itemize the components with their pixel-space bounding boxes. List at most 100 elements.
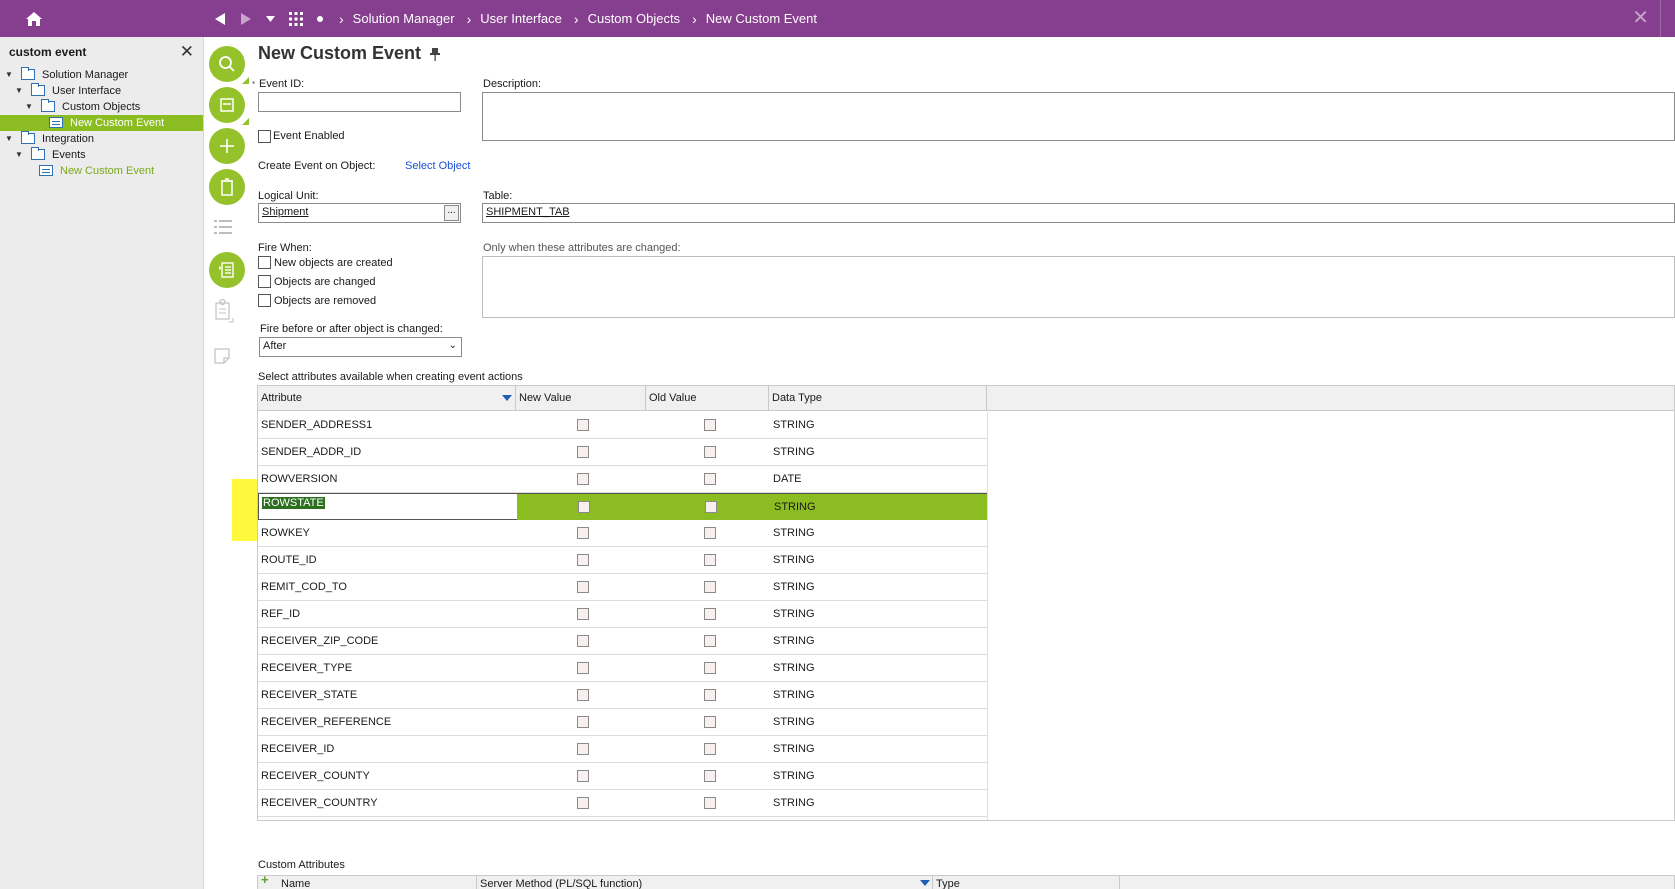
cell-attribute[interactable]: SENDER_ADDR_ID xyxy=(258,439,516,466)
breadcrumb-item-custom-objects[interactable]: Custom Objects xyxy=(588,11,680,26)
table-row[interactable]: RECEIVER_REFERENCE STRING xyxy=(258,709,987,736)
delete-command-button[interactable] xyxy=(209,169,245,205)
logical-unit-field[interactable]: Shipment xyxy=(258,203,461,223)
column-header-new-value[interactable]: New Value xyxy=(516,386,646,411)
clear-search-icon[interactable]: ✕ xyxy=(180,42,194,62)
cell-attribute[interactable]: RECEIVER_STATE xyxy=(258,682,516,709)
cell-attribute[interactable]: RECEIVER_COUNTRY xyxy=(258,790,516,817)
breadcrumb-item-solution-manager[interactable]: Solution Manager xyxy=(353,11,455,26)
old-value-checkbox[interactable] xyxy=(704,608,716,620)
column-header-type[interactable]: Type xyxy=(936,878,960,889)
old-value-checkbox[interactable] xyxy=(704,743,716,755)
list-icon[interactable] xyxy=(214,220,232,237)
search-command-button[interactable] xyxy=(209,46,249,84)
cell-attribute[interactable]: RECEIVER_ZIP_CODE xyxy=(258,628,516,655)
back-button[interactable] xyxy=(214,12,226,26)
table-row[interactable]: REF_ID STRING xyxy=(258,601,987,628)
expand-arrow-icon[interactable]: ▼ xyxy=(5,67,13,83)
cell-attribute[interactable]: REF_ID xyxy=(258,601,516,628)
breadcrumb-item-user-interface[interactable]: User Interface xyxy=(480,11,562,26)
forward-button[interactable] xyxy=(240,12,252,26)
tree-item[interactable]: ▼ Custom Objects xyxy=(0,99,203,115)
old-value-checkbox[interactable] xyxy=(704,716,716,728)
column-header-attribute[interactable]: Attribute xyxy=(258,386,516,411)
new-command-button[interactable] xyxy=(209,128,245,164)
tree-item[interactable]: ▼ Integration xyxy=(0,131,203,147)
new-value-checkbox[interactable] xyxy=(577,662,589,674)
tree-item[interactable]: ▼ Events xyxy=(0,147,203,163)
fire-removed-checkbox[interactable] xyxy=(258,294,271,307)
note-icon[interactable] xyxy=(214,348,230,367)
fire-before-after-select[interactable]: After ⌄ xyxy=(259,337,462,357)
cell-attribute[interactable]: ROUTE_ID xyxy=(258,547,516,574)
table-row[interactable]: RECEIVER_COUNTY STRING xyxy=(258,763,987,790)
new-value-checkbox[interactable] xyxy=(578,501,590,513)
fire-changed-checkbox[interactable] xyxy=(258,275,271,288)
table-row[interactable]: ROUTE_ID STRING xyxy=(258,547,987,574)
history-dropdown[interactable] xyxy=(266,15,275,22)
description-field[interactable] xyxy=(482,92,1675,141)
new-value-checkbox[interactable] xyxy=(577,419,589,431)
old-value-checkbox[interactable] xyxy=(704,635,716,647)
table-row[interactable]: SENDER_ADDR_ID STRING xyxy=(258,439,987,466)
cell-attribute[interactable]: RECEIVER_REFERENCE xyxy=(258,709,516,736)
expand-arrow-icon[interactable]: ▼ xyxy=(15,83,23,99)
table-row[interactable]: REMIT_COD_TO STRING xyxy=(258,574,987,601)
old-value-checkbox[interactable] xyxy=(704,419,716,431)
table-row[interactable]: RECEIVER_TYPE STRING xyxy=(258,655,987,682)
old-value-checkbox[interactable] xyxy=(704,446,716,458)
cell-attribute[interactable]: ROWKEY xyxy=(258,520,516,547)
cell-attribute[interactable]: REMIT_COD_TO xyxy=(258,574,516,601)
cell-attribute[interactable]: RECEIVER_CITY xyxy=(258,817,516,820)
new-value-checkbox[interactable] xyxy=(577,797,589,809)
new-value-checkbox[interactable] xyxy=(577,608,589,620)
old-value-checkbox[interactable] xyxy=(704,770,716,782)
table-row[interactable]: RECEIVER_ZIP_CODE STRING xyxy=(258,628,987,655)
cell-attribute[interactable]: ROWVERSION xyxy=(258,466,516,493)
logical-unit-lov-button[interactable]: ... xyxy=(444,205,459,221)
close-icon[interactable]: ✕ xyxy=(1632,8,1649,28)
new-value-checkbox[interactable] xyxy=(577,770,589,782)
cell-attribute[interactable]: RECEIVER_COUNTY xyxy=(258,763,516,790)
expand-arrow-icon[interactable]: ▼ xyxy=(5,131,13,147)
new-value-checkbox[interactable] xyxy=(577,581,589,593)
table-row[interactable]: ROWKEY STRING xyxy=(258,520,987,547)
table-row[interactable]: SENDER_ADDRESS1 STRING xyxy=(258,412,987,439)
event-enabled-checkbox[interactable] xyxy=(258,130,271,143)
new-value-checkbox[interactable] xyxy=(577,716,589,728)
table-row[interactable]: RECEIVER_STATE STRING xyxy=(258,682,987,709)
column-header-name[interactable]: Name xyxy=(281,878,310,889)
home-button[interactable] xyxy=(0,0,68,37)
breadcrumb-item-new-custom-event[interactable]: New Custom Event xyxy=(706,11,817,26)
select-object-link[interactable]: Select Object xyxy=(405,160,470,172)
table-row[interactable]: RECEIVER_ID STRING xyxy=(258,736,987,763)
tree-item[interactable]: New Custom Event xyxy=(0,163,203,179)
attributes-changed-field[interactable] xyxy=(482,256,1675,318)
sort-descending-icon[interactable] xyxy=(502,395,512,401)
clipboard-icon[interactable] xyxy=(214,298,234,328)
old-value-checkbox[interactable] xyxy=(704,527,716,539)
tree-item[interactable]: New Custom Event xyxy=(0,115,203,131)
apps-menu-button[interactable] xyxy=(289,11,303,26)
cell-attribute[interactable]: SENDER_ADDRESS1 xyxy=(258,412,516,439)
new-value-checkbox[interactable] xyxy=(577,527,589,539)
column-header-server-method[interactable]: Server Method (PL/SQL function) xyxy=(480,878,642,889)
old-value-checkbox[interactable] xyxy=(704,662,716,674)
new-value-checkbox[interactable] xyxy=(577,743,589,755)
navigator-search-value[interactable]: custom event xyxy=(9,45,86,59)
table-row[interactable]: ROWVERSION DATE xyxy=(258,466,987,493)
add-row-icon[interactable]: + xyxy=(261,876,269,887)
sort-descending-icon[interactable] xyxy=(920,880,930,886)
old-value-checkbox[interactable] xyxy=(704,554,716,566)
tree-item[interactable]: ▼ User Interface xyxy=(0,83,203,99)
current-location-dot[interactable] xyxy=(317,15,323,22)
old-value-checkbox[interactable] xyxy=(705,501,717,513)
column-header-old-value[interactable]: Old Value xyxy=(646,386,769,411)
table-field[interactable]: SHIPMENT_TAB xyxy=(482,203,1675,223)
old-value-checkbox[interactable] xyxy=(704,797,716,809)
new-value-checkbox[interactable] xyxy=(577,635,589,647)
table-row[interactable]: RECEIVER_COUNTRY STRING xyxy=(258,790,987,817)
table-row[interactable]: ROWSTATE STRING xyxy=(258,493,988,520)
new-value-checkbox[interactable] xyxy=(577,446,589,458)
old-value-checkbox[interactable] xyxy=(704,473,716,485)
